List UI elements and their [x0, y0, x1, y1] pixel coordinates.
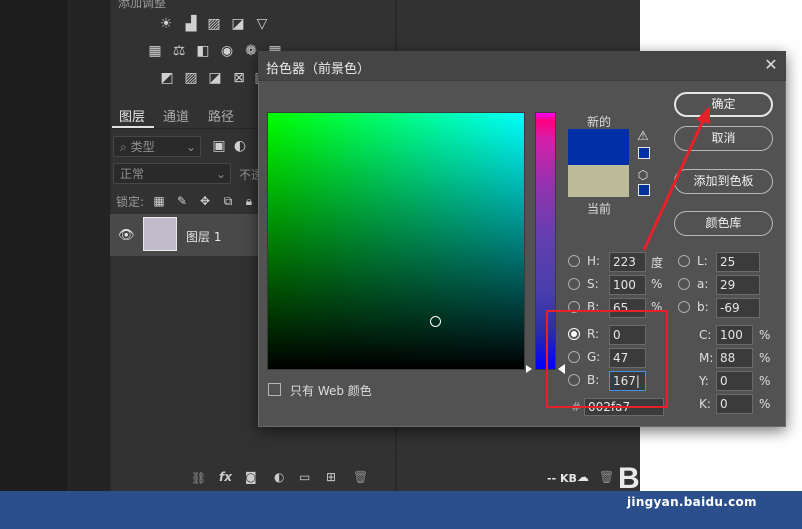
label-c: C: — [699, 328, 712, 342]
label-s: S: — [587, 277, 599, 291]
layer-thumbnail[interactable] — [143, 217, 177, 251]
unit-c: % — [759, 328, 771, 342]
tool-column — [68, 0, 111, 491]
label-m: M: — [699, 351, 714, 365]
field-m[interactable]: 88 — [716, 348, 753, 368]
radio-a[interactable] — [678, 278, 690, 290]
lock-transparency-icon[interactable]: ▦ — [151, 194, 167, 208]
add-mask-icon[interactable]: ◙ — [245, 470, 257, 484]
search-icon: ⌕ — [120, 140, 127, 154]
gradient-map-icon[interactable]: ⊠ — [231, 71, 247, 85]
filter-pixel-icon[interactable]: ▣ — [211, 139, 227, 153]
field-k[interactable]: 0 — [716, 394, 753, 414]
new-color-swatch — [568, 129, 629, 165]
field-a[interactable]: 29 — [716, 275, 760, 295]
filter-adjustment-icon[interactable]: ◐ — [232, 139, 248, 153]
field-y[interactable]: 0 — [716, 371, 753, 391]
lock-position-icon[interactable]: ✥ — [197, 194, 213, 208]
invert-icon[interactable]: ◩ — [159, 71, 175, 85]
curves-icon[interactable]: ▨ — [206, 17, 222, 31]
field-lab-b[interactable]: -69 — [716, 298, 760, 318]
tab-layers[interactable]: 图层 — [119, 106, 145, 125]
blend-mode-select[interactable]: 正常 ⌄ — [113, 163, 231, 184]
threshold-icon[interactable]: ◪ — [207, 71, 223, 85]
visibility-eye-icon[interactable]: 👁︎ — [118, 228, 135, 243]
label-a: a: — [697, 277, 709, 291]
tab-channels[interactable]: 通道 — [163, 106, 189, 125]
unit-m: % — [759, 351, 771, 365]
color-field[interactable] — [267, 112, 525, 370]
field-l[interactable]: 25 — [716, 252, 760, 272]
close-icon[interactable]: ✕ — [762, 55, 780, 75]
levels-icon[interactable]: ▟ — [183, 17, 199, 31]
label-lab-b: b: — [697, 300, 709, 314]
dialog-title: 拾色器（前景色） — [266, 62, 371, 77]
color-balance-icon[interactable]: ⚖ — [171, 44, 187, 58]
canvas-area — [0, 0, 68, 491]
exposure-icon[interactable]: ◪ — [230, 17, 246, 31]
current-color-swatch[interactable] — [568, 165, 629, 197]
layer-kind-filter[interactable]: ⌕ 类型 ⌄ — [113, 136, 201, 157]
kind-filter-label: 类型 — [130, 140, 155, 154]
unit-y: % — [759, 374, 771, 388]
channel-mixer-icon[interactable]: ❁ — [243, 44, 259, 58]
adjustments-title: 添加调整 — [118, 0, 167, 10]
lock-pixels-icon[interactable]: ✎ — [174, 194, 190, 208]
radio-lab-b[interactable] — [678, 301, 690, 313]
watermark-url: jingyan.baidu.com — [627, 495, 757, 509]
hue-saturation-icon[interactable]: ▦ — [147, 44, 163, 58]
annotation-arrow — [642, 106, 710, 251]
document-size: -- KB — [547, 472, 577, 485]
new-layer-icon[interactable]: ⊞ — [326, 470, 336, 484]
unit-k: % — [759, 397, 771, 411]
chevron-down-icon: ⌄ — [215, 167, 226, 181]
posterize-icon[interactable]: ▨ — [183, 71, 199, 85]
radio-s[interactable] — [568, 278, 580, 290]
current-color-label: 当前 — [587, 202, 612, 216]
field-s[interactable]: 100 — [609, 275, 646, 295]
chevron-down-icon: ⌄ — [185, 140, 196, 154]
arrow-shaft — [642, 113, 708, 251]
brightness-icon[interactable]: ☀ — [158, 17, 174, 31]
photo-filter-icon[interactable]: ◉ — [219, 44, 235, 58]
fx-icon[interactable]: fx — [219, 470, 232, 484]
label-h: H: — [587, 254, 601, 268]
lock-all-icon[interactable]: 🔒︎ — [241, 194, 257, 208]
layer-name[interactable]: 图层 1 — [186, 228, 221, 245]
new-color-label: 新的 — [587, 115, 612, 129]
delete-layer-icon[interactable]: 🗑︎ — [353, 470, 368, 484]
lock-label: 锁定: — [116, 195, 145, 209]
color-field-cursor[interactable] — [430, 316, 441, 327]
label-y: Y: — [699, 374, 709, 388]
watermark-logo-text: Bai 经验 — [618, 461, 733, 495]
arrow-head — [696, 106, 710, 124]
unit-s: % — [651, 277, 663, 291]
cloud-icon[interactable]: ☁ — [577, 470, 589, 484]
vibrance-icon[interactable]: ▽ — [254, 17, 270, 31]
label-k: K: — [699, 397, 711, 411]
new-group-icon[interactable]: ▭ — [299, 470, 310, 484]
new-adjustment-icon[interactable]: ◐ — [274, 470, 284, 484]
web-only-label: 只有 Web 颜色 — [290, 384, 372, 398]
link-layers-icon[interactable]: ⛓ — [191, 471, 206, 485]
black-white-icon[interactable]: ◧ — [195, 44, 211, 58]
blend-mode-value: 正常 — [120, 167, 145, 181]
field-marker — [526, 365, 532, 373]
tab-paths[interactable]: 路径 — [208, 106, 234, 125]
radio-h[interactable] — [568, 255, 580, 267]
field-c[interactable]: 100 — [716, 325, 753, 345]
lock-artboard-icon[interactable]: ⧉ — [220, 194, 236, 208]
highlight-box — [546, 310, 668, 408]
web-only-checkbox[interactable] — [268, 383, 281, 396]
